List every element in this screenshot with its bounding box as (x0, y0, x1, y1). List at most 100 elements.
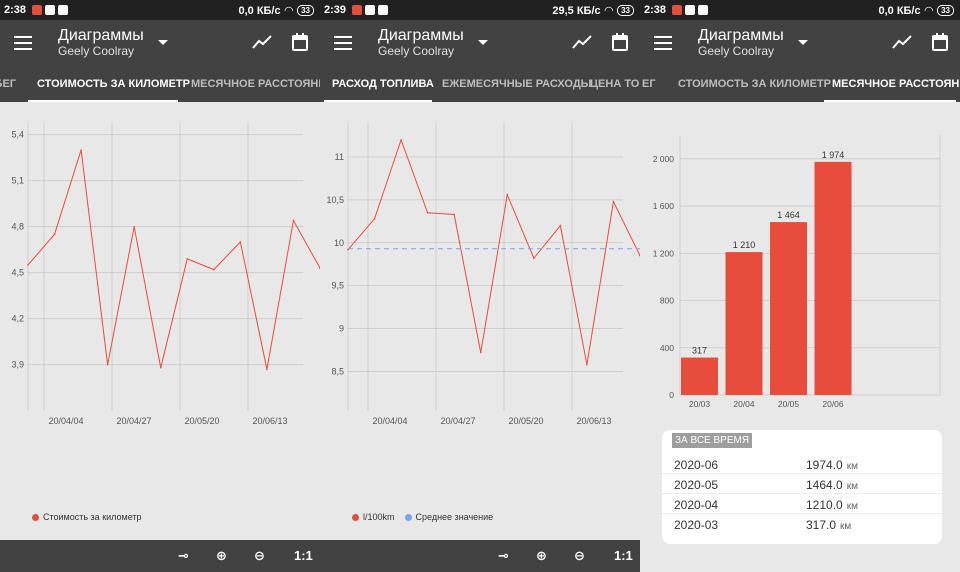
calendar-icon[interactable] (932, 33, 948, 51)
x-tick-label: 20/05 (778, 399, 800, 409)
chart-tabs: ЕГ СТОИМОСТЬ ЗА КИЛОМЕТР МЕСЯЧНОЕ РАССТО… (640, 66, 960, 102)
fit-icon[interactable]: ⊸ (178, 548, 189, 564)
menu-icon[interactable] (654, 36, 672, 50)
summary-unit: км (846, 481, 858, 492)
y-tick-label: 800 (660, 296, 674, 306)
y-tick-label: 3,9 (11, 360, 24, 370)
tab-mileage[interactable]: ОБЕГ (0, 66, 16, 102)
tab-monthly-distance[interactable]: МЕСЯЧНОЕ РАССТОЯНИЕ (191, 66, 320, 102)
data-point (612, 200, 615, 203)
y-tick-label: 5,1 (11, 176, 24, 186)
battery-icon: 33 (297, 5, 314, 16)
data-point (239, 241, 242, 243)
cost-per-km-chart[interactable]: 3,9 4,2 4,5 4,8 5,1 5,4 20/04/04 20/04/27 20/05/… (0, 102, 320, 427)
status-right: 29,5 КБ/с ◠ 33 (552, 4, 634, 17)
chart-tabs: РАСХОД ТОПЛИВА ЕЖЕМЕСЯЧНЫЕ РАСХОДЫ ЦЕНА … (320, 66, 640, 102)
tab-cost-per-km[interactable]: СТОИМОСТЬ ЗА КИЛОМЕТР (37, 66, 190, 102)
x-tick-label: 20/04/04 (372, 416, 407, 426)
summary-card: ЗА ВСЕ ВРЕМЯ 2020-06 1974.0 км 2020-05 1464… (662, 430, 942, 544)
fuel-consumption-chart[interactable]: 8,5 9 9,5 10 10,5 11 20/04/04 20/04/27 20/05/20 2… (320, 102, 640, 427)
wifi-icon: ◠ (604, 5, 614, 17)
tab-cost-per-km[interactable]: СТОИМОСТЬ ЗА КИЛОМЕТР (678, 66, 831, 102)
tab-fuel-consumption[interactable]: РАСХОД ТОПЛИВА (332, 66, 434, 102)
status-right: 0,0 КБ/с ◠ 33 (878, 4, 954, 17)
zoom-in-icon[interactable]: ⊕ (536, 548, 547, 564)
y-tick-label: 5,4 (11, 130, 24, 140)
trend-chart-icon[interactable] (572, 34, 592, 50)
trend-chart-icon[interactable] (252, 34, 272, 50)
y-tick-label: 1 200 (653, 248, 675, 258)
summary-row: 2020-03 317.0 км (662, 514, 942, 534)
data-point (159, 366, 162, 369)
screen-fuel-consumption: 2:39 29,5 КБ/с ◠ 33 Диаграммы Geely Cool… (320, 0, 640, 572)
fit-icon[interactable]: ⊸ (498, 548, 509, 564)
status-bar: 2:38 0,0 КБ/с ◠ 33 (0, 0, 320, 20)
summary-row: 2020-05 1464.0 км (662, 474, 942, 494)
screen-cost-per-km: 2:38 0,0 КБ/с ◠ 33 Диаграммы Geely Coolr… (0, 0, 320, 572)
data-point (479, 351, 482, 354)
data-point (506, 193, 509, 196)
data-point (586, 363, 588, 366)
data-point (533, 257, 535, 260)
y-tick-label: 11 (335, 152, 344, 162)
summary-row: 2020-06 1974.0 км (662, 454, 942, 474)
zoom-reset-button[interactable]: 1:1 (294, 548, 313, 563)
menu-icon[interactable] (14, 36, 32, 50)
vehicle-dropdown-icon[interactable] (798, 40, 808, 45)
data-point (80, 149, 82, 151)
bar-value-label: 1 210 (733, 240, 756, 250)
data-point (453, 213, 455, 216)
data-point (53, 233, 56, 236)
data-point (186, 258, 189, 260)
summary-value: 1464.0 (806, 478, 843, 492)
network-speed: 29,5 КБ/с (552, 4, 601, 17)
status-time: 2:38 (644, 4, 667, 16)
summary-value: 1210.0 (806, 498, 843, 512)
vehicle-dropdown-icon[interactable] (158, 40, 168, 45)
bar (681, 357, 718, 395)
y-tick-label: 2 000 (653, 154, 675, 164)
zoom-out-icon[interactable]: ⊖ (574, 548, 585, 564)
zoom-reset-button[interactable]: 1:1 (614, 548, 633, 563)
app-bar: Диаграммы Geely Coolray (320, 20, 640, 66)
summary-month: 2020-05 (674, 478, 719, 492)
tab-monthly-expenses[interactable]: ЕЖЕМЕСЯЧНЫЕ РАСХОДЫ (442, 66, 591, 102)
chart-legend: l/100km Среднее значение (352, 512, 493, 522)
menu-icon[interactable] (334, 36, 352, 50)
summary-month: 2020-06 (674, 458, 719, 472)
x-tick-label: 20/04/04 (48, 416, 83, 426)
notification-icons (32, 5, 68, 15)
tab-mileage[interactable]: ЕГ (642, 66, 656, 102)
y-tick-label: 4,2 (11, 314, 24, 324)
y-tick-label: 1 600 (653, 201, 675, 211)
status-time: 2:38 (4, 4, 27, 16)
x-tick-label: 20/03 (689, 399, 711, 409)
data-point (292, 219, 295, 222)
data-line (347, 138, 640, 365)
bar-value-label: 1 974 (822, 150, 845, 160)
vehicle-name: Geely Coolray (58, 44, 135, 58)
wifi-icon: ◠ (924, 5, 934, 17)
vehicle-dropdown-icon[interactable] (478, 40, 488, 45)
calendar-icon[interactable] (612, 33, 628, 51)
data-line (27, 149, 320, 370)
calendar-icon[interactable] (292, 33, 308, 51)
y-tick-label: 9 (339, 324, 344, 334)
x-tick-label: 20/05/20 (508, 416, 543, 426)
app-title: Диаграммы (378, 27, 464, 44)
summary-month: 2020-03 (674, 518, 719, 532)
summary-unit: км (846, 501, 858, 512)
monthly-distance-chart[interactable]: 0 400 800 1 200 1 600 2 000 317 20/03 1 210 20/04… (640, 102, 960, 422)
y-tick-label: 4,5 (11, 268, 24, 278)
tab-fuel-price[interactable]: ЦЕНА ТОПЛИВ (590, 66, 640, 102)
y-tick-label: 10,5 (326, 195, 344, 205)
vehicle-name: Geely Coolray (378, 44, 455, 58)
tab-monthly-distance[interactable]: МЕСЯЧНОЕ РАССТОЯНИЕ (832, 66, 960, 102)
summary-value: 1974.0 (806, 458, 843, 472)
zoom-in-icon[interactable]: ⊕ (216, 548, 227, 564)
data-point (213, 268, 215, 271)
data-point (266, 368, 268, 371)
trend-chart-icon[interactable] (892, 34, 912, 50)
zoom-out-icon[interactable]: ⊖ (254, 548, 265, 564)
bar (725, 252, 763, 395)
